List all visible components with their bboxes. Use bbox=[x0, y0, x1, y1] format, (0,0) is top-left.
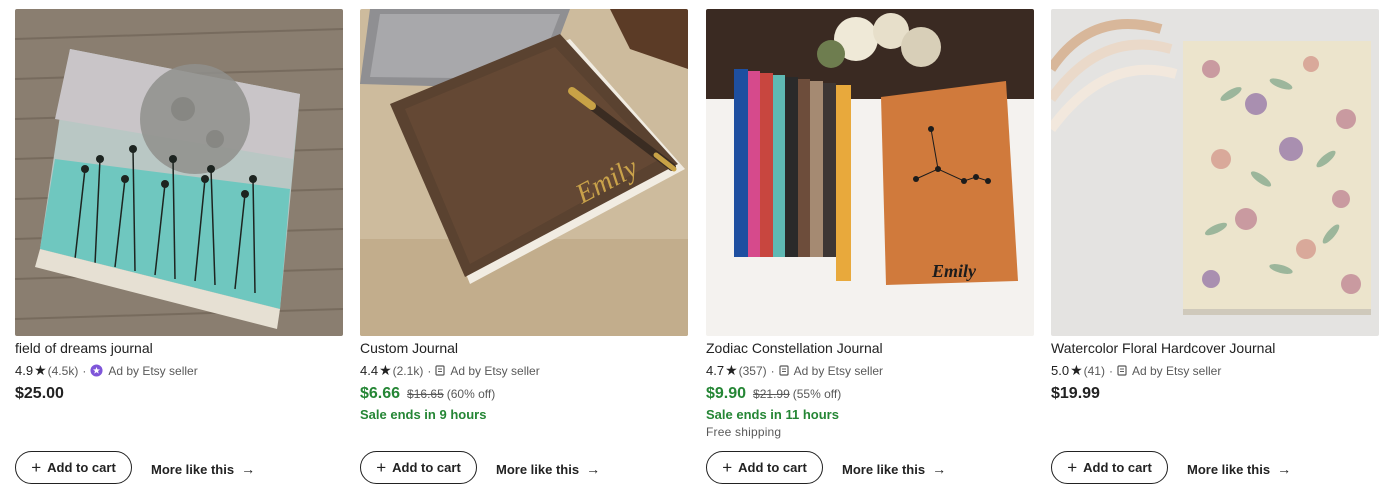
listing-sale-price: $6.66 bbox=[360, 385, 401, 402]
sale-ends-text: Sale ends in 11 hours bbox=[706, 407, 839, 422]
engraved-name-text: Emily bbox=[931, 261, 977, 281]
plus-icon: + bbox=[722, 458, 733, 477]
listing-price: $19.99 bbox=[1051, 385, 1100, 402]
add-to-cart-button[interactable]: + Add to cart bbox=[706, 451, 823, 484]
star-seller-badge-icon bbox=[90, 364, 103, 377]
review-count: (4.5k) bbox=[47, 363, 79, 378]
price-row: $9.90 $21.99 (55% off) bbox=[706, 385, 841, 403]
rating-value: 5.0 bbox=[1051, 363, 1070, 378]
rating-value: 4.9 bbox=[15, 363, 34, 378]
arrow-right-icon: → bbox=[932, 461, 947, 477]
add-to-cart-label: Add to cart bbox=[738, 460, 807, 475]
listing-meta: 4.9 ★ (4.5k) · Ad by Etsy seller bbox=[15, 362, 198, 379]
listing-sale-price: $9.90 bbox=[706, 385, 747, 402]
original-price: $16.65 bbox=[407, 387, 444, 401]
listing-grid: field of dreams journal 4.9 ★ (4.5k) · A… bbox=[0, 0, 1393, 501]
price-row: $6.66 $16.65 (60% off) bbox=[360, 385, 495, 403]
add-to-cart-label: Add to cart bbox=[1083, 460, 1152, 475]
price-row: $19.99 bbox=[1051, 385, 1100, 403]
more-like-this-button[interactable]: More like this → bbox=[842, 461, 946, 477]
more-like-this-label: More like this bbox=[496, 461, 580, 477]
listing-meta: 4.4 ★ (2.1k) · Ad by Etsy seller bbox=[360, 362, 540, 379]
listing-card[interactable]: Watercolor Floral Hardcover Journal 5.0 … bbox=[1051, 9, 1379, 493]
listing-image[interactable]: Emily bbox=[706, 9, 1034, 336]
arrow-right-icon: → bbox=[1277, 461, 1292, 477]
ad-label: Ad by Etsy seller bbox=[1131, 363, 1222, 378]
separator-dot: · bbox=[1108, 363, 1113, 378]
ad-label: Ad by Etsy seller bbox=[450, 363, 540, 378]
discount-percent: (55% off) bbox=[792, 387, 842, 401]
discount-percent: (60% off) bbox=[446, 387, 496, 401]
more-like-this-button[interactable]: More like this → bbox=[151, 461, 255, 477]
separator-dot: · bbox=[770, 363, 775, 378]
review-count: (41) bbox=[1083, 363, 1105, 378]
separator-dot: · bbox=[82, 363, 87, 378]
rating-value: 4.7 bbox=[706, 363, 725, 378]
listing-meta: 4.7 ★ (357) · Ad by Etsy seller bbox=[706, 362, 883, 379]
listing-image[interactable]: Emily bbox=[360, 9, 688, 336]
listing-image[interactable] bbox=[1051, 9, 1379, 336]
ad-icon bbox=[779, 365, 789, 376]
rating-value: 4.4 bbox=[360, 363, 379, 378]
ad-label: Ad by Etsy seller bbox=[108, 363, 198, 378]
listing-title[interactable]: Watercolor Floral Hardcover Journal bbox=[1051, 340, 1275, 356]
add-to-cart-button[interactable]: + Add to cart bbox=[1051, 451, 1168, 484]
listing-title[interactable]: Zodiac Constellation Journal bbox=[706, 340, 883, 356]
star-icon: ★ bbox=[1070, 362, 1083, 378]
ad-label: Ad by Etsy seller bbox=[793, 363, 884, 378]
plus-icon: + bbox=[31, 458, 42, 477]
listing-card[interactable]: Emily Zodiac Constellation Journal 4.7 ★… bbox=[706, 9, 1034, 493]
listing-title[interactable]: field of dreams journal bbox=[15, 340, 153, 356]
add-to-cart-label: Add to cart bbox=[47, 460, 116, 475]
star-icon: ★ bbox=[725, 362, 738, 378]
add-to-cart-label: Add to cart bbox=[392, 460, 461, 475]
plus-icon: + bbox=[1067, 458, 1078, 477]
more-like-this-button[interactable]: More like this → bbox=[1187, 461, 1291, 477]
listing-title[interactable]: Custom Journal bbox=[360, 340, 458, 356]
star-icon: ★ bbox=[34, 362, 47, 378]
arrow-right-icon: → bbox=[241, 461, 256, 477]
ad-icon bbox=[1117, 365, 1127, 376]
listing-card[interactable]: Emily Custom Journal 4.4 ★ (2.1k) · Ad b… bbox=[360, 9, 688, 493]
star-icon: ★ bbox=[379, 362, 392, 378]
listing-image[interactable] bbox=[15, 9, 343, 336]
plus-icon: + bbox=[376, 458, 387, 477]
price-row: $25.00 bbox=[15, 385, 64, 403]
listing-meta: 5.0 ★ (41) · Ad by Etsy seller bbox=[1051, 362, 1221, 379]
listing-price: $25.00 bbox=[15, 385, 64, 402]
more-like-this-label: More like this bbox=[151, 461, 235, 477]
add-to-cart-button[interactable]: + Add to cart bbox=[15, 451, 132, 484]
add-to-cart-button[interactable]: + Add to cart bbox=[360, 451, 477, 484]
more-like-this-button[interactable]: More like this → bbox=[496, 461, 600, 477]
free-shipping-text: Free shipping bbox=[706, 425, 782, 439]
original-price: $21.99 bbox=[753, 387, 790, 401]
review-count: (2.1k) bbox=[392, 363, 424, 378]
more-like-this-label: More like this bbox=[842, 461, 926, 477]
more-like-this-label: More like this bbox=[1187, 461, 1271, 477]
arrow-right-icon: → bbox=[586, 461, 601, 477]
sale-ends-text: Sale ends in 9 hours bbox=[360, 407, 487, 422]
ad-icon bbox=[435, 365, 445, 376]
listing-card[interactable]: field of dreams journal 4.9 ★ (4.5k) · A… bbox=[15, 9, 343, 493]
review-count: (357) bbox=[738, 363, 767, 378]
separator-dot: · bbox=[427, 363, 432, 378]
